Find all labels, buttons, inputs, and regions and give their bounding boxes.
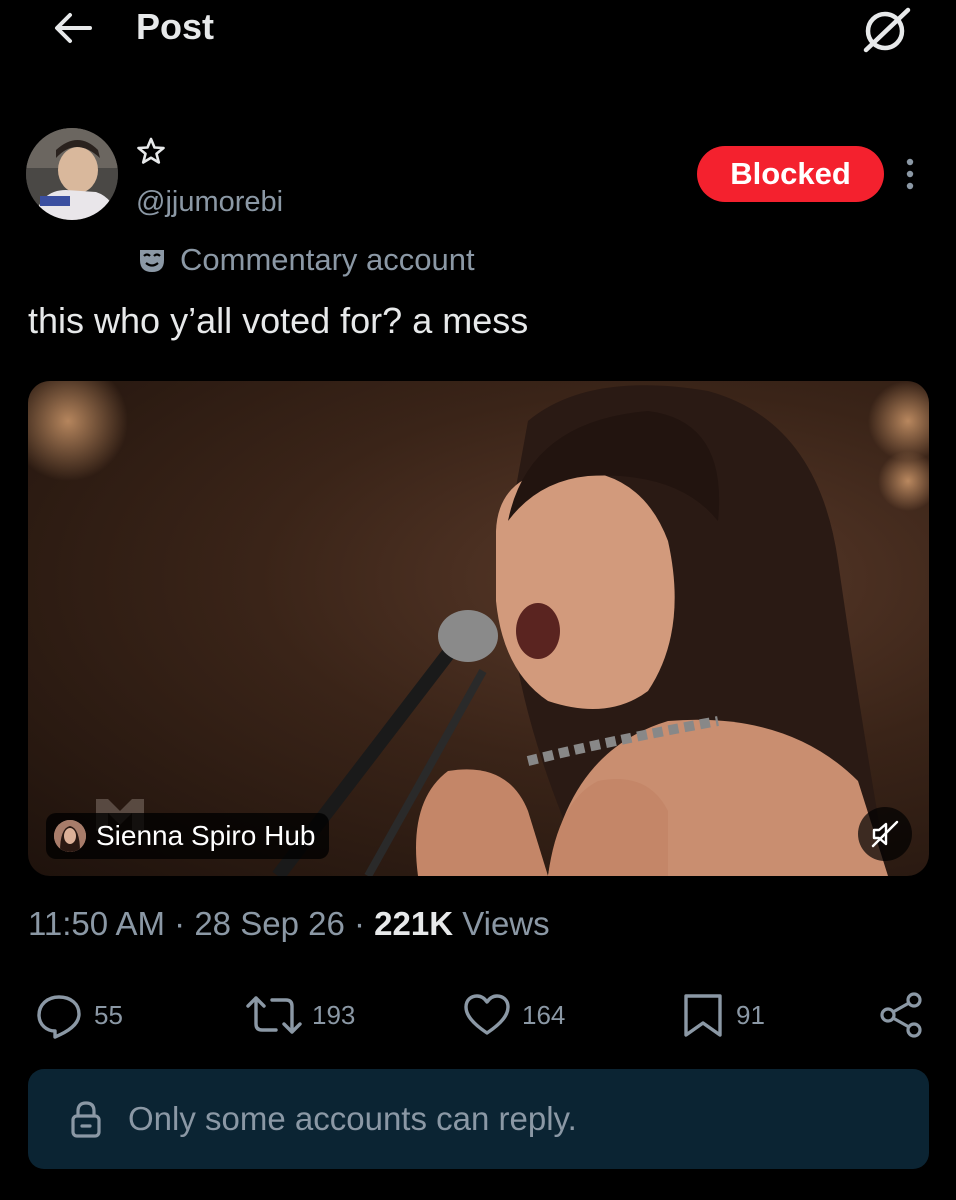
video-frame [28,381,929,876]
share-button[interactable] [876,990,926,1040]
more-icon [906,158,914,190]
mask-icon [140,250,164,272]
like-icon [464,994,510,1035]
post-time: 11:50 AM [28,905,165,942]
bookmark-count: 91 [736,999,765,1030]
video-player[interactable]: Sienna Spiro Hub [28,381,929,876]
like-count: 164 [522,999,566,1030]
post-text: this who y’all voted for? a mess [28,300,529,341]
like-button[interactable]: 164 [462,990,565,1040]
reply-button[interactable]: 55 [34,990,123,1040]
meta-separator: · [174,905,195,942]
repost-icon [246,996,302,1034]
grok-icon [863,7,911,53]
source-chip-label: Sienna Spiro Hub [96,820,316,851]
avatar-photo [26,128,118,220]
top-bar: Post [0,0,956,60]
bookmark-icon [684,994,722,1037]
post-meta: 11:50 AM · 28 Sep 26 · 221K Views [28,905,550,943]
account-label-text: Commentary account [180,242,475,277]
mute-icon [871,820,899,848]
repost-count: 193 [312,999,356,1030]
author-handle[interactable]: @jjumorebi [136,186,283,219]
grok-button[interactable] [858,4,914,54]
back-button[interactable] [50,8,96,48]
reply-count: 55 [94,999,123,1030]
meta-separator: · [353,905,375,942]
page-title: Post [136,6,215,47]
more-options-button[interactable] [898,154,922,194]
reply-icon [37,995,81,1039]
views-count: 221K [374,905,454,942]
author-avatar[interactable] [26,128,118,220]
reply-restriction-banner: Only some accounts can reply. [28,1069,929,1169]
star-icon [136,136,166,166]
source-avatar [54,820,86,852]
post-date: 28 Sep 26 [194,905,345,942]
repost-button[interactable]: 193 [246,990,355,1040]
bookmark-button[interactable]: 91 [680,990,765,1040]
source-chip[interactable]: Sienna Spiro Hub [46,813,330,859]
lock-icon [71,1101,101,1138]
mute-button[interactable] [858,807,912,861]
blocked-button[interactable]: Blocked [697,146,884,202]
share-icon [880,992,922,1038]
views-label: Views [462,905,550,942]
account-label[interactable]: Commentary account [136,240,475,280]
reply-restriction-text: Only some accounts can reply. [128,1100,577,1137]
back-arrow-icon [55,13,92,43]
